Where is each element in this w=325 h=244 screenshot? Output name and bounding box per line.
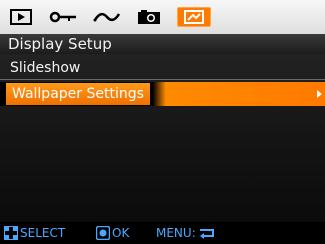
- menu-item-label: Slideshow: [10, 60, 81, 76]
- key-icon: [49, 11, 76, 23]
- page-title: Display Setup: [0, 34, 325, 54]
- hint-select: SELECT: [4, 222, 65, 244]
- return-icon: [199, 229, 214, 239]
- tab-setup[interactable]: [177, 7, 211, 27]
- menu-item-wallpaper-settings[interactable]: Wallpaper Settings: [0, 82, 325, 106]
- chevron-right-icon: [317, 90, 322, 98]
- ok-button-icon: [96, 226, 110, 240]
- wave-icon: [93, 12, 121, 22]
- menu-item-slideshow[interactable]: Slideshow: [0, 56, 325, 80]
- setup-icon: [184, 10, 204, 24]
- hint-ok-label: OK: [112, 226, 130, 240]
- tab-playback[interactable]: [8, 7, 34, 27]
- hint-menu-label: MENU:: [156, 226, 196, 240]
- menu-item-label: Wallpaper Settings: [6, 83, 150, 105]
- dpad-icon: [4, 226, 18, 240]
- camera-menu-screen: Display Setup Slideshow Wallpaper Settin…: [0, 0, 325, 244]
- hint-select-label: SELECT: [20, 226, 66, 240]
- hint-menu: MENU:: [156, 222, 217, 244]
- tab-key[interactable]: [48, 7, 78, 27]
- playback-icon: [10, 9, 32, 25]
- tab-wave[interactable]: [92, 7, 122, 27]
- button-hint-bar: SELECT OK MENU:: [0, 222, 325, 244]
- mode-tab-bar: [0, 0, 325, 38]
- camera-icon: [138, 10, 160, 24]
- tab-camera[interactable]: [134, 7, 164, 27]
- hint-ok: OK: [96, 222, 129, 244]
